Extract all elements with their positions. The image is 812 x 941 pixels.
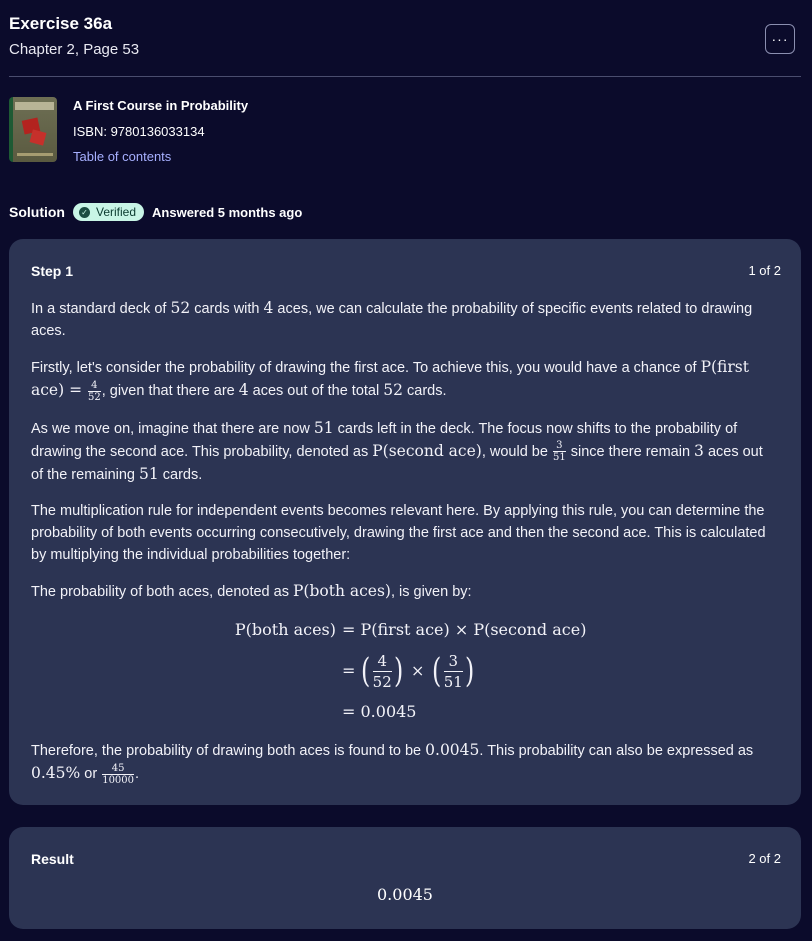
check-icon: ✓ [79, 206, 90, 218]
step-paragraph: The probability of both aces, denoted as… [31, 582, 472, 601]
fraction: 3 51 [443, 651, 463, 691]
step-paragraph: Firstly, let's consider the probability … [31, 358, 749, 403]
solution-meta: Solution ✓ Verified Answered 5 months ag… [9, 203, 302, 221]
book-title[interactable]: A First Course in Probability [73, 97, 248, 115]
step-paragraph: The multiplication rule for independent … [31, 503, 766, 564]
fraction: 45 10000 [102, 763, 135, 787]
ellipsis-icon: ··· [771, 31, 789, 47]
page-title: Exercise 36a [9, 14, 113, 33]
verified-label: Verified [96, 205, 137, 219]
page-subtitle: Chapter 2, Page 53 [9, 41, 140, 58]
answered-date: Answered 5 months ago [152, 204, 303, 220]
more-options-button[interactable]: ··· [765, 24, 795, 54]
book-cover-image[interactable] [9, 97, 57, 162]
step-card: Step 1 1 of 2 In a standard deck of 52 c… [9, 239, 801, 805]
fraction: 4 52 [372, 651, 392, 691]
step-counter: 1 of 2 [748, 263, 781, 278]
result-value: 0.0045 [377, 885, 433, 904]
step-paragraph: In a standard deck of 52 cards with 4 ac… [31, 299, 753, 339]
cover-footer-strip [17, 153, 53, 156]
result-heading: Result [31, 851, 74, 867]
step-paragraph: As we move on, imagine that there are no… [31, 418, 763, 484]
cover-title-strip [15, 102, 54, 110]
page-header: Exercise 36a Chapter 2, Page 53 [9, 12, 796, 60]
header-divider [9, 76, 801, 77]
solution-label: Solution [9, 204, 65, 220]
result-card: Result 2 of 2 0.0045 [9, 827, 801, 929]
fraction: 3 51 [552, 440, 566, 464]
fraction: 4 52 [87, 379, 101, 403]
table-of-contents-link[interactable]: Table of contents [73, 148, 248, 166]
cover-dice-shape [29, 129, 47, 146]
step-paragraph: Therefore, the probability of drawing bo… [31, 741, 754, 787]
verified-badge: ✓ Verified [73, 203, 145, 221]
step-content: In a standard deck of 52 cards with 4 ac… [31, 297, 777, 800]
step-heading: Step 1 [31, 263, 74, 279]
equation-block: P(both aces) = P(first ace) × P(second a… [234, 620, 587, 722]
result-counter: 2 of 2 [748, 851, 781, 866]
book-info: A First Course in Probability ISBN: 9780… [9, 97, 248, 166]
book-isbn: ISBN: 9780136033134 [73, 124, 205, 139]
